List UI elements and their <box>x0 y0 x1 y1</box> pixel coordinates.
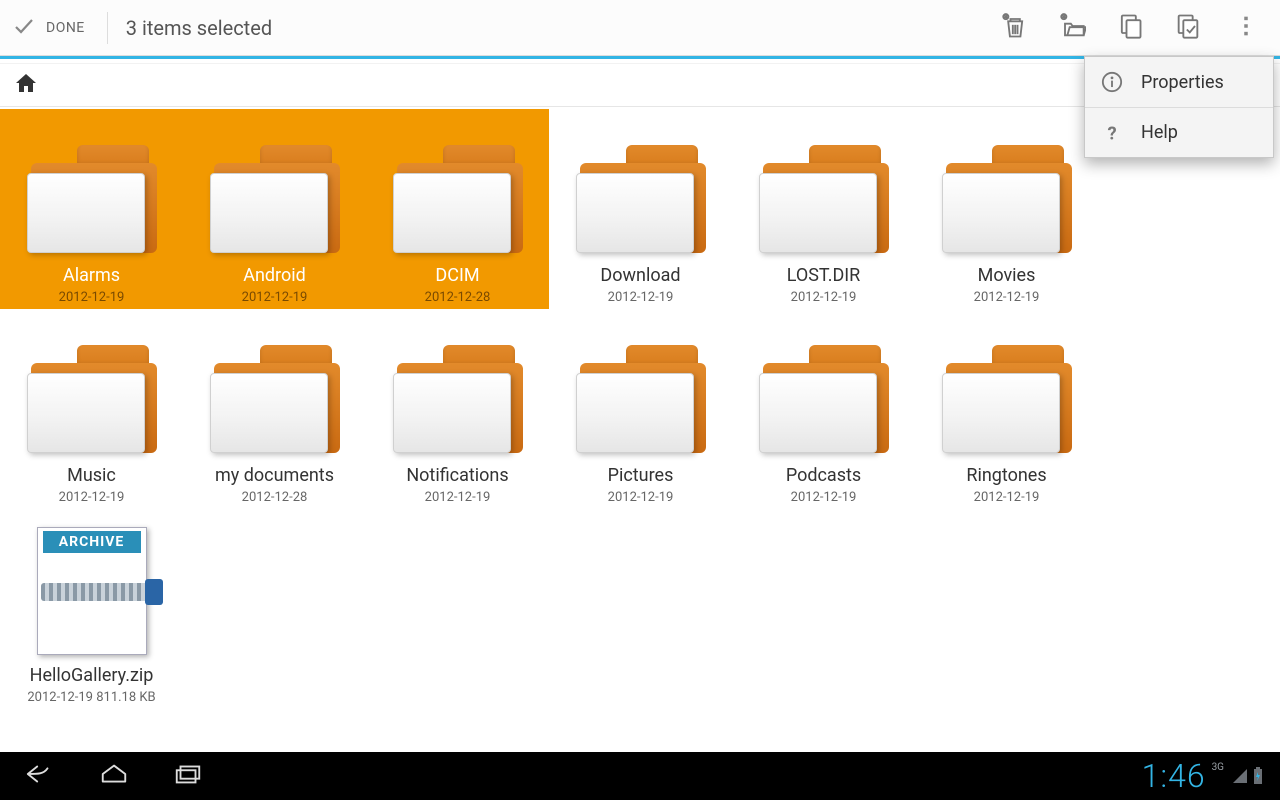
file-date: 2012-12-28 <box>242 490 308 505</box>
folder-icon <box>17 115 167 255</box>
folder-open-icon <box>1058 12 1086 44</box>
signal-icon <box>1232 768 1248 784</box>
folder-icon <box>749 315 899 455</box>
file-tile[interactable]: Ringtones 2012-12-19 <box>915 309 1098 509</box>
file-tile[interactable]: Pictures 2012-12-19 <box>549 309 732 509</box>
home-outline-icon <box>99 760 129 792</box>
menu-item-label: Help <box>1141 122 1178 143</box>
file-tile[interactable]: LOST.DIR 2012-12-19 <box>732 109 915 309</box>
nav-recents-button[interactable] <box>164 752 212 800</box>
file-name: Music <box>67 465 116 486</box>
file-name: Notifications <box>406 465 508 486</box>
svg-text:?: ? <box>1107 123 1116 144</box>
system-navbar: 1:46 3G <box>0 752 1280 800</box>
select-all-button[interactable] <box>1166 6 1210 50</box>
folder-icon <box>200 315 350 455</box>
action-bar: DONE 3 items selected <box>0 0 1280 56</box>
file-tile[interactable]: DCIM 2012-12-28 <box>366 109 549 309</box>
file-tile[interactable]: Podcasts 2012-12-19 <box>732 309 915 509</box>
file-name: LOST.DIR <box>787 265 861 286</box>
file-date: 2012-12-19 <box>791 490 857 505</box>
file-date: 2012-12-19 <box>59 290 125 305</box>
delete-button[interactable] <box>992 6 1036 50</box>
file-name: Ringtones <box>966 465 1046 486</box>
separator <box>107 12 108 44</box>
status-clock: 1:46 <box>1142 757 1206 795</box>
selection-title: 3 items selected <box>126 16 272 40</box>
file-date: 2012-12-19 <box>974 290 1040 305</box>
battery-icon <box>1252 767 1264 785</box>
file-name: Android <box>243 265 306 286</box>
folder-icon <box>566 315 716 455</box>
folder-icon <box>383 115 533 255</box>
file-name: Podcasts <box>786 465 861 486</box>
archive-icon: ARCHIVE <box>17 515 167 655</box>
done-button[interactable]: DONE <box>12 14 85 42</box>
menu-item-label: Properties <box>1141 72 1224 93</box>
folder-icon <box>383 315 533 455</box>
file-tile[interactable]: Movies 2012-12-19 <box>915 109 1098 309</box>
check-icon <box>12 14 36 42</box>
copy-button[interactable] <box>1108 6 1152 50</box>
nav-back-button[interactable] <box>16 752 64 800</box>
file-date: 2012-12-19 <box>791 290 857 305</box>
file-tile[interactable]: Download 2012-12-19 <box>549 109 732 309</box>
select-all-icon <box>1174 12 1202 44</box>
file-name: DCIM <box>435 265 479 286</box>
folder-icon <box>932 115 1082 255</box>
file-date: 2012-12-19 <box>59 490 125 505</box>
trash-icon <box>1000 12 1028 44</box>
file-tile[interactable]: my documents 2012-12-28 <box>183 309 366 509</box>
file-name: my documents <box>215 465 334 486</box>
folder-icon <box>932 315 1082 455</box>
file-tile[interactable]: Notifications 2012-12-19 <box>366 309 549 509</box>
file-name: Movies <box>978 265 1036 286</box>
status-network-label: 3G <box>1212 762 1224 773</box>
folder-icon <box>200 115 350 255</box>
nav-home-button[interactable] <box>90 752 138 800</box>
home-button[interactable] <box>14 71 38 99</box>
folder-icon <box>17 315 167 455</box>
back-icon <box>25 760 55 792</box>
file-date: 2012-12-19 <box>608 490 674 505</box>
menu-item-properties[interactable]: Properties <box>1085 57 1273 107</box>
file-tile[interactable]: Music 2012-12-19 <box>0 309 183 509</box>
help-icon: ? <box>1101 122 1123 144</box>
file-name: Pictures <box>608 465 674 486</box>
file-date: 2012-12-19 811.18 KB <box>27 690 155 705</box>
overflow-menu: Properties ? Help <box>1084 56 1274 158</box>
home-icon <box>14 80 38 99</box>
file-date: 2012-12-19 <box>608 290 674 305</box>
file-date: 2012-12-28 <box>425 290 491 305</box>
overflow-button[interactable] <box>1224 6 1268 50</box>
file-date: 2012-12-19 <box>242 290 308 305</box>
done-label: DONE <box>46 20 85 36</box>
recents-icon <box>173 760 203 792</box>
move-button[interactable] <box>1050 6 1094 50</box>
file-tile[interactable]: Alarms 2012-12-19 <box>0 109 183 309</box>
file-date: 2012-12-19 <box>974 490 1040 505</box>
menu-item-help[interactable]: ? Help <box>1085 107 1273 157</box>
folder-icon <box>566 115 716 255</box>
info-icon <box>1101 71 1123 93</box>
folder-icon <box>749 115 899 255</box>
copy-icon <box>1116 12 1144 44</box>
file-name: Alarms <box>63 265 120 286</box>
file-tile[interactable]: ARCHIVE HelloGallery.zip 2012-12-19 811.18… <box>0 509 183 709</box>
file-grid: Alarms 2012-12-19 Android 2012-12-19 DCIM 201… <box>0 107 1280 709</box>
more-vert-icon <box>1232 12 1260 44</box>
file-tile[interactable]: Android 2012-12-19 <box>183 109 366 309</box>
file-name: HelloGallery.zip <box>30 665 154 686</box>
file-date: 2012-12-19 <box>425 490 491 505</box>
file-name: Download <box>600 265 680 286</box>
